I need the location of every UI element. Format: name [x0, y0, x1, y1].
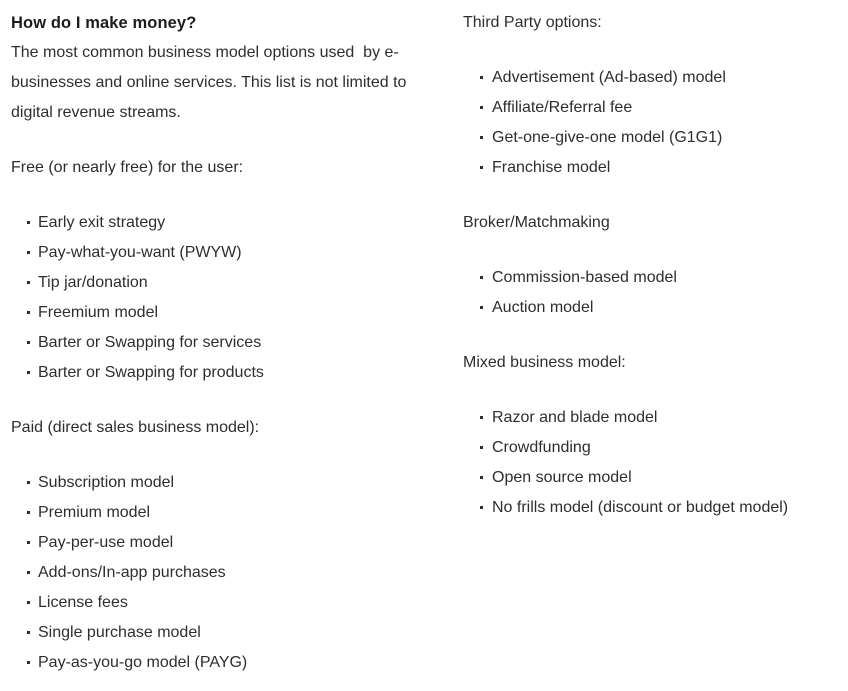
list-item: Early exit strategy: [11, 208, 452, 238]
bullet-dot-icon: [480, 166, 483, 169]
list-item-label: Franchise model: [492, 159, 611, 176]
list-item-label: Get-one-give-one model (G1G1): [492, 129, 723, 146]
list-item: No frills model (discount or budget mode…: [463, 493, 848, 523]
list-item: Freemium model: [11, 298, 452, 328]
bullet-dot-icon: [480, 76, 483, 79]
two-column-layout: How do I make money? The most common bus…: [0, 0, 848, 691]
list-item: License fees: [11, 588, 452, 618]
bullet-dot-icon: [27, 251, 30, 254]
list-item-label: Advertisement (Ad-based) model: [492, 69, 726, 86]
list-item: Pay-per-use model: [11, 528, 452, 558]
list-item-label: Tip jar/donation: [38, 274, 148, 291]
list-item: Franchise model: [463, 153, 848, 183]
bullet-dot-icon: [27, 371, 30, 374]
intro-paragraph: The most common business model options u…: [11, 44, 411, 121]
list-item-label: Premium model: [38, 504, 151, 521]
list-item-label: Early exit strategy: [38, 214, 166, 231]
list-item: Barter or Swapping for products: [11, 358, 452, 388]
bullet-dot-icon: [27, 511, 30, 514]
bullet-dot-icon: [480, 106, 483, 109]
list-item-label: Crowdfunding: [492, 439, 591, 456]
bullet-dot-icon: [27, 661, 30, 664]
list-item: Auction model: [463, 293, 848, 323]
page-title: How do I make money?: [11, 14, 197, 32]
list-item: Subscription model: [11, 468, 452, 498]
section-heading-broker-matchmaking: Broker/Matchmaking: [463, 214, 610, 231]
list-item: Advertisement (Ad-based) model: [463, 63, 848, 93]
list-item-label: Freemium model: [38, 304, 159, 321]
bullet-dot-icon: [480, 446, 483, 449]
list-item: Crowdfunding: [463, 433, 848, 463]
right-column: Third Party options: Advertisement (Ad-b…: [452, 0, 848, 523]
list-item-label: No frills model (discount or budget mode…: [492, 499, 789, 516]
list-item: Razor and blade model: [463, 403, 848, 433]
list-item-label: Pay-what-you-want (PWYW): [38, 244, 242, 261]
section-heading-free: Free (or nearly free) for the user:: [11, 159, 244, 176]
section-heading-mixed-business-model: Mixed business model:: [463, 354, 626, 371]
list-item-label: Auction model: [492, 299, 594, 316]
list-item: Add-ons/In-app purchases: [11, 558, 452, 588]
list-item-label: Open source model: [492, 469, 632, 486]
bullet-dot-icon: [480, 136, 483, 139]
list-item-label: Add-ons/In-app purchases: [38, 564, 226, 581]
bullet-dot-icon: [480, 506, 483, 509]
list-item-label: Subscription model: [38, 474, 175, 491]
bullet-dot-icon: [27, 281, 30, 284]
bullet-dot-icon: [480, 276, 483, 279]
list-item: Pay-as-you-go model (PAYG): [11, 648, 452, 678]
list-item-label: License fees: [38, 594, 128, 611]
bullet-dot-icon: [27, 541, 30, 544]
list-item: Barter or Swapping for services: [11, 328, 452, 358]
list-item-label: Pay-as-you-go model (PAYG): [38, 654, 248, 671]
section-heading-third-party: Third Party options:: [463, 14, 602, 31]
list-item: Pay-what-you-want (PWYW): [11, 238, 452, 268]
list-item-label: Single purchase model: [38, 624, 201, 641]
list-item: Affiliate/Referral fee: [463, 93, 848, 123]
list-item: Premium model: [11, 498, 452, 528]
bullet-dot-icon: [27, 341, 30, 344]
document-page: How do I make money? The most common bus…: [0, 0, 848, 691]
bullet-dot-icon: [27, 221, 30, 224]
list-item: Get-one-give-one model (G1G1): [463, 123, 848, 153]
list-item-label: Commission-based model: [492, 269, 677, 286]
list-free-options: Early exit strategy Pay-what-you-want (P…: [11, 208, 452, 388]
list-paid-options: Subscription model Premium model Pay-per…: [11, 468, 452, 678]
list-item-label: Razor and blade model: [492, 409, 658, 426]
list-third-party-options: Advertisement (Ad-based) model Affiliate…: [463, 63, 848, 183]
bullet-dot-icon: [27, 311, 30, 314]
bullet-dot-icon: [480, 416, 483, 419]
list-item: Single purchase model: [11, 618, 452, 648]
list-mixed-options: Razor and blade model Crowdfunding Open …: [463, 403, 848, 523]
list-item-label: Affiliate/Referral fee: [492, 99, 633, 116]
list-item: Commission-based model: [463, 263, 848, 293]
left-column: How do I make money? The most common bus…: [0, 0, 452, 678]
list-item-label: Barter or Swapping for services: [38, 334, 262, 351]
section-heading-paid: Paid (direct sales business model):: [11, 419, 260, 436]
list-broker-options: Commission-based model Auction model: [463, 263, 848, 323]
list-item: Open source model: [463, 463, 848, 493]
bullet-dot-icon: [27, 481, 30, 484]
list-item-label: Barter or Swapping for products: [38, 364, 264, 381]
list-item: Tip jar/donation: [11, 268, 452, 298]
bullet-dot-icon: [27, 631, 30, 634]
bullet-dot-icon: [480, 306, 483, 309]
list-item-label: Pay-per-use model: [38, 534, 174, 551]
bullet-dot-icon: [27, 601, 30, 604]
bullet-dot-icon: [480, 476, 483, 479]
bullet-dot-icon: [27, 571, 30, 574]
